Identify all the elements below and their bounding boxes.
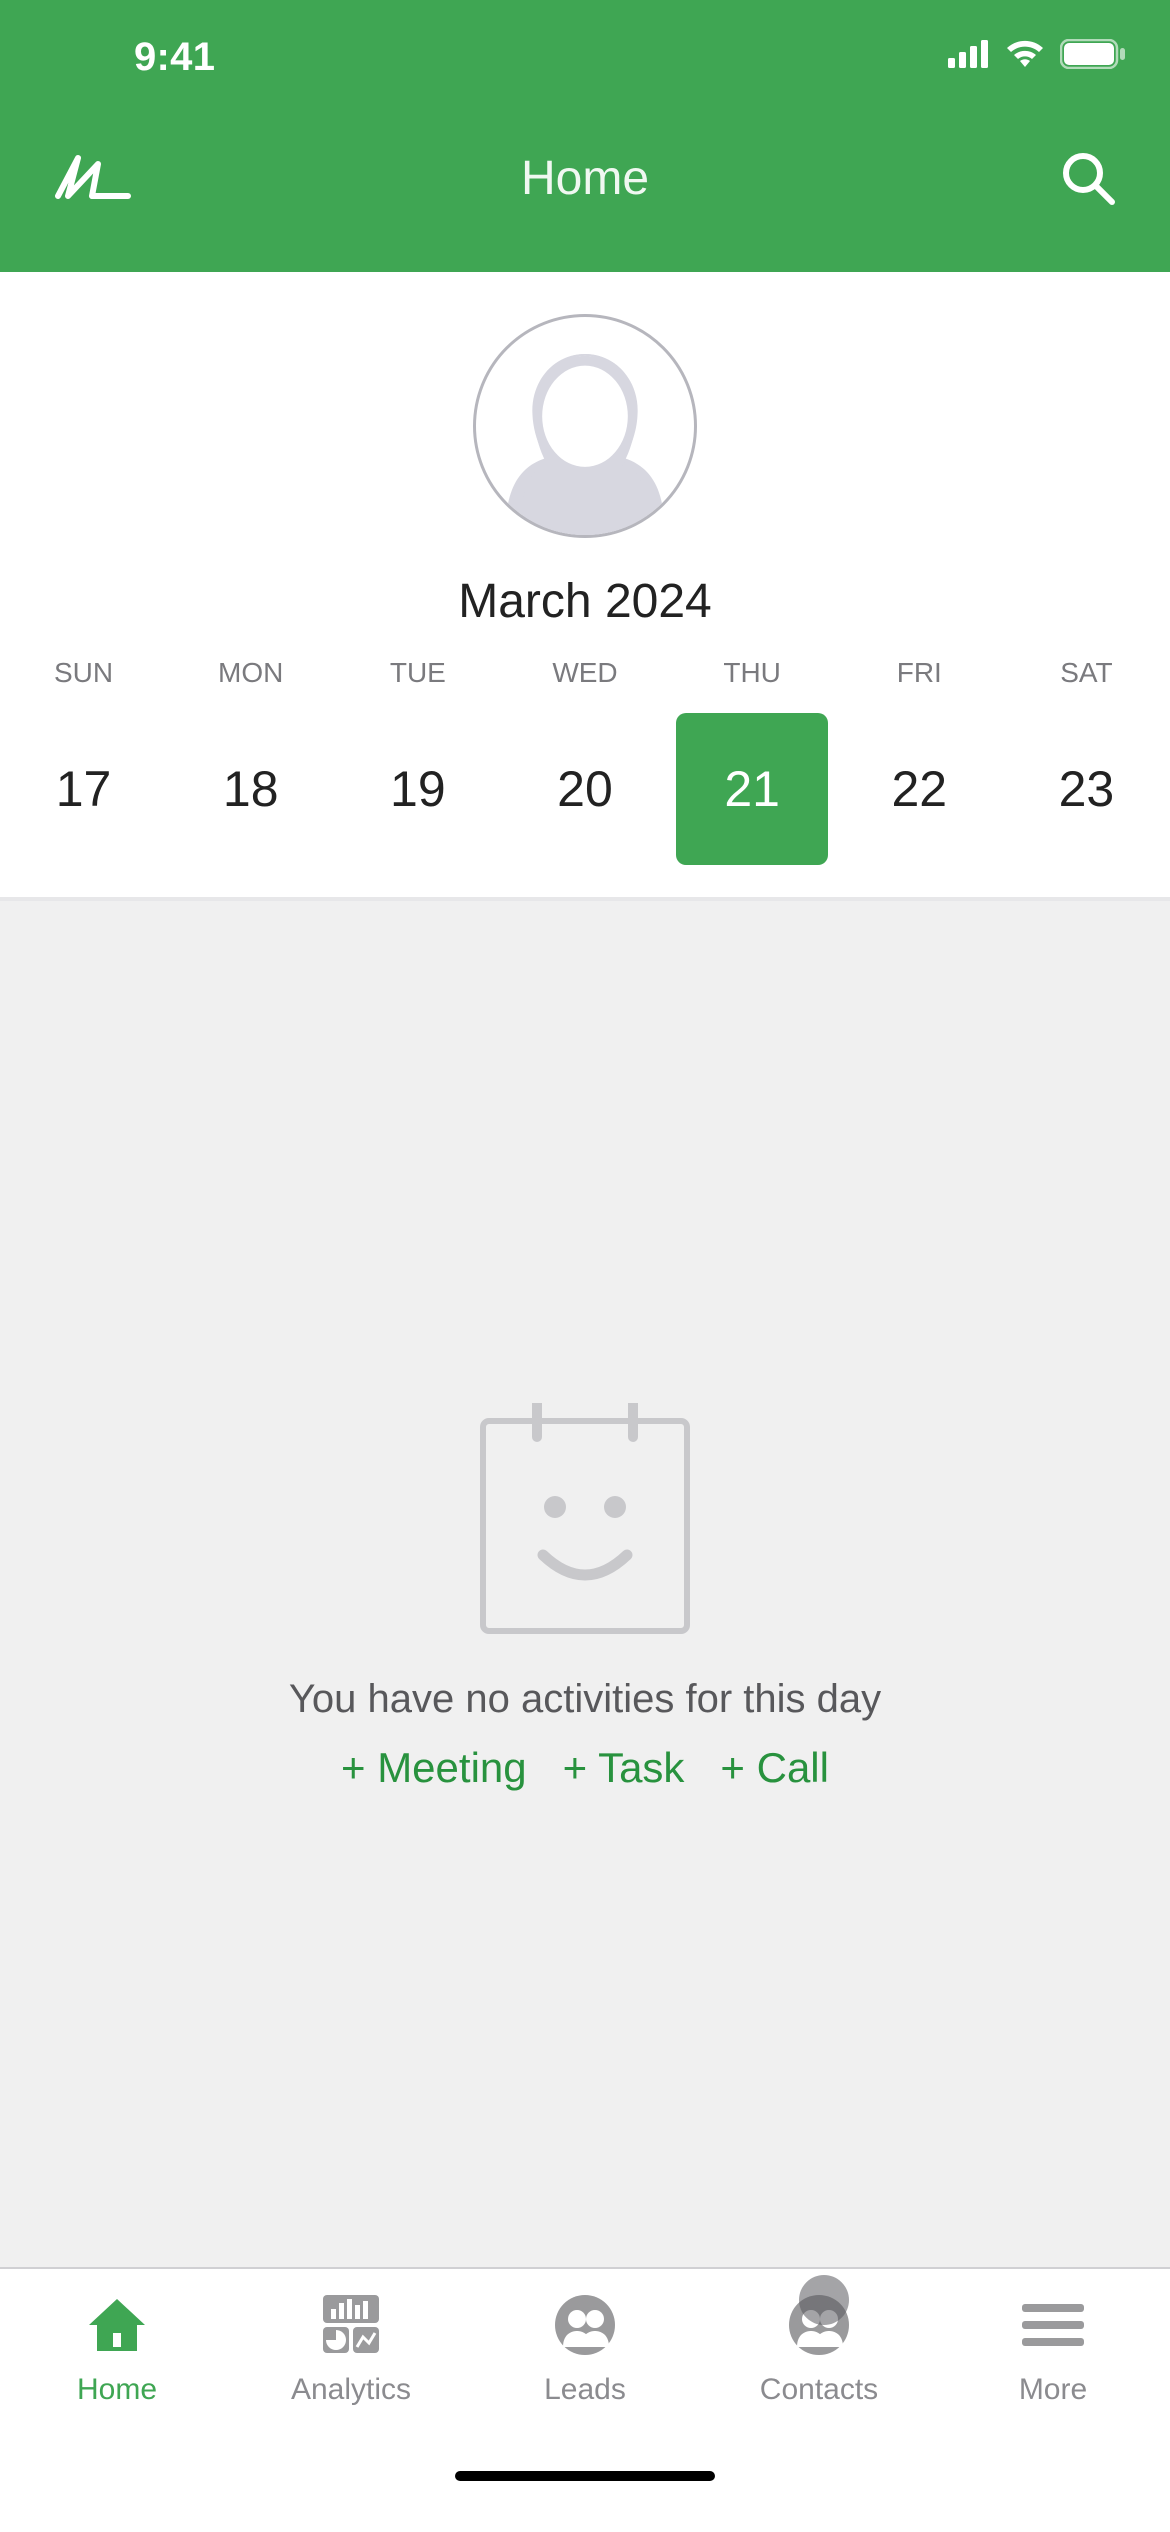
add-meeting-button[interactable]: + Meeting <box>341 1744 527 1792</box>
status-bar: 9:41 <box>0 0 1170 100</box>
search-icon <box>1060 150 1116 206</box>
calendar-day-number: 22 <box>843 713 995 865</box>
leads-icon <box>547 2287 623 2363</box>
tab-label: Home <box>77 2373 157 2407</box>
avatar[interactable] <box>473 314 697 538</box>
empty-state-text: You have no activities for this day <box>289 1677 881 1722</box>
calendar-day[interactable]: 21 <box>669 713 836 865</box>
calendar-day[interactable]: 19 <box>334 713 501 865</box>
empty-calendar-smile-icon <box>477 1403 693 1637</box>
calendar-day[interactable]: 22 <box>836 713 1003 865</box>
status-indicators <box>948 27 1126 74</box>
nav-bar: Home <box>0 100 1170 272</box>
notification-dot <box>799 2275 849 2325</box>
cellular-icon <box>948 40 990 73</box>
tab-leads[interactable]: Leads <box>468 2287 702 2499</box>
calendar-day[interactable]: 23 <box>1003 713 1170 865</box>
tab-label: Contacts <box>760 2373 878 2407</box>
weekday-label: THU <box>669 657 836 713</box>
calendar-day-number: 17 <box>8 713 160 865</box>
weekday-label: SUN <box>0 657 167 713</box>
analytics-icon <box>313 2287 389 2363</box>
calendar-day-number: 18 <box>175 713 327 865</box>
wifi-icon <box>1004 39 1046 74</box>
contacts-icon <box>781 2287 857 2363</box>
profile-section <box>0 272 1170 562</box>
calendar-day-number: 21 <box>676 713 828 865</box>
weekday-label: SAT <box>1003 657 1170 713</box>
search-button[interactable] <box>1036 150 1116 206</box>
calendar: March 2024 SUN MON TUE WED THU FRI SAT 1… <box>0 562 1170 899</box>
activities-area: You have no activities for this day + Me… <box>0 899 1170 2267</box>
status-time: 9:41 <box>50 21 215 80</box>
home-icon <box>79 2287 155 2363</box>
add-task-button[interactable]: + Task <box>563 1744 685 1792</box>
weekday-label: MON <box>167 657 334 713</box>
page-title: Home <box>521 151 649 206</box>
calendar-day[interactable]: 17 <box>0 713 167 865</box>
calendar-day-number: 19 <box>342 713 494 865</box>
tab-bar: Home Analytics <box>0 2267 1170 2499</box>
weekday-label: TUE <box>334 657 501 713</box>
avatar-placeholder-icon <box>476 317 694 535</box>
zia-button[interactable] <box>54 150 134 206</box>
tab-contacts[interactable]: Contacts <box>702 2287 936 2499</box>
calendar-weekday-row: SUN MON TUE WED THU FRI SAT <box>0 657 1170 713</box>
add-call-button[interactable]: + Call <box>720 1744 829 1792</box>
tab-label: Analytics <box>291 2373 411 2407</box>
battery-icon <box>1060 39 1126 74</box>
calendar-day-number: 23 <box>1010 713 1162 865</box>
tab-analytics[interactable]: Analytics <box>234 2287 468 2499</box>
calendar-day-number: 20 <box>509 713 661 865</box>
tab-label: Leads <box>544 2373 626 2407</box>
tab-home[interactable]: Home <box>0 2287 234 2499</box>
weekday-label: FRI <box>836 657 1003 713</box>
zia-icon <box>54 150 134 206</box>
tab-more[interactable]: More <box>936 2287 1170 2499</box>
calendar-day-row: 17 18 19 20 21 22 23 <box>0 713 1170 865</box>
tab-label: More <box>1019 2373 1087 2407</box>
more-icon <box>1015 2287 1091 2363</box>
calendar-day[interactable]: 20 <box>501 713 668 865</box>
weekday-label: WED <box>501 657 668 713</box>
calendar-day[interactable]: 18 <box>167 713 334 865</box>
empty-state-actions: + Meeting + Task + Call <box>341 1744 829 1792</box>
calendar-month-label[interactable]: March 2024 <box>0 562 1170 657</box>
